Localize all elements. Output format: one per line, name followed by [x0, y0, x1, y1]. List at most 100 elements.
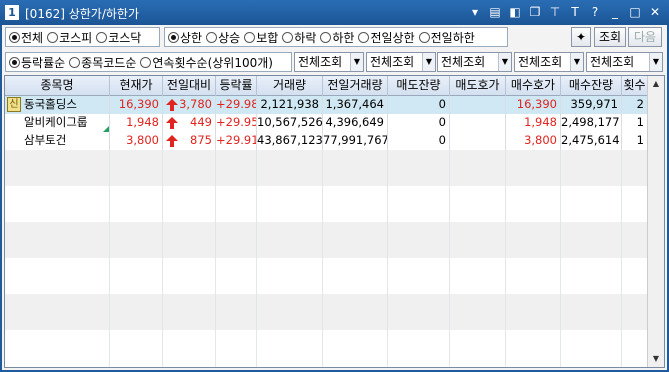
help-icon[interactable]: ?: [587, 4, 603, 20]
column-header[interactable]: 매도잔량: [388, 76, 450, 96]
sort-radio-1[interactable]: 종목코드순: [69, 54, 136, 71]
table-row[interactable]: 신 동국홀딩스 16,390 3,780 +29.98 2,121,938 1,367,46…: [5, 96, 648, 114]
chevron-down-icon[interactable]: ▼: [422, 53, 435, 71]
copy-window-icon[interactable]: ❐: [527, 4, 543, 20]
column-header[interactable]: 매수잔량: [561, 76, 622, 96]
table-row[interactable]: 삼부토건 3,800 875 +29.91 43,867,123 77,991,767 0 3…: [5, 132, 648, 150]
scroll-down-icon[interactable]: ▼: [648, 351, 664, 367]
cell-price: 16,390: [110, 96, 163, 114]
radio-dot-icon: [69, 56, 81, 68]
column-header[interactable]: 거래량: [257, 76, 323, 96]
cell-text: 3,780: [179, 97, 212, 111]
layout-icon[interactable]: ◧: [507, 4, 523, 20]
cell-text: 1,367,464: [325, 97, 384, 111]
radio-dot-icon: [9, 56, 20, 68]
cell-bid-qty: 2,498,177: [561, 114, 622, 132]
radio-dot-icon: [168, 31, 179, 43]
scroll-up-icon[interactable]: ▲: [648, 76, 664, 92]
font-size-icon[interactable]: T: [567, 4, 583, 20]
title-bar: 1 [0162] 상한가/하한가 ▾ ▤ ◧ ❐ ⊤ T ? _ □ ✕: [0, 0, 669, 25]
minimize-icon[interactable]: _: [607, 4, 623, 20]
cell-price: 3,800: [110, 132, 163, 150]
column-header[interactable]: 전일거래량: [323, 76, 388, 96]
cell-text: 2,475,614: [561, 133, 620, 147]
cell-ask-qty: 0: [388, 132, 450, 150]
cell-volume: 10,567,526: [257, 114, 323, 132]
column-header[interactable]: 매수호가: [506, 76, 561, 96]
cell-rate: +29.91: [216, 132, 257, 150]
query-filter-combo-3[interactable]: 전체조회 ▼: [514, 52, 584, 72]
sort-radio-0[interactable]: 등락률순: [9, 54, 65, 71]
cell-text: 875: [190, 133, 212, 147]
cell-text: 16,390: [516, 97, 557, 111]
close-icon[interactable]: ✕: [647, 4, 663, 20]
cell-text: 43,867,123: [257, 133, 323, 147]
query-filter-combo-1[interactable]: 전체조회 ▼: [366, 52, 436, 72]
stock-table: 종목명 현재가 전일대비 등락률 거래량 전일거래량 매도잔량 매도호가 매수호가 매수잔량 횟수 …: [4, 75, 665, 368]
chevron-down-icon[interactable]: ▼: [570, 53, 583, 71]
settings-button[interactable]: ✦: [571, 27, 591, 47]
column-header[interactable]: 등락률: [216, 76, 257, 96]
cell-bid: 16,390: [506, 96, 561, 114]
cell-text: +29.91: [216, 133, 257, 147]
query-filter-combo-2[interactable]: 전체조회 ▼: [437, 52, 512, 72]
dropdown-arrow-icon[interactable]: ▾: [467, 4, 483, 20]
market-radio-2[interactable]: 코스닥: [96, 29, 141, 46]
next-button[interactable]: 다음: [628, 27, 662, 47]
radio-dot-icon: [244, 31, 256, 43]
row-band: [5, 150, 648, 186]
column-header[interactable]: 현재가: [110, 76, 163, 96]
up-arrow-icon: [166, 135, 178, 147]
cell-text: 1: [636, 133, 644, 147]
price-filter-group: 상한 상승 보합 하락 하한 전일상한 전일하한: [164, 27, 508, 47]
query-filter-combo-4[interactable]: 전체조회 ▼: [586, 52, 663, 72]
cell-text: 1,948: [524, 115, 557, 129]
maximize-icon[interactable]: □: [627, 4, 643, 20]
settings-icon: ✦: [575, 30, 587, 44]
price-radio-0[interactable]: 상한: [168, 29, 202, 46]
chevron-down-icon[interactable]: ▼: [350, 53, 363, 71]
column-header[interactable]: 매도호가: [450, 76, 506, 96]
sort-radio-label: 연속횟수순(상위100개): [152, 55, 273, 70]
cell-text: 0: [438, 97, 446, 111]
cell-prev-volume: 1,367,464: [323, 96, 388, 114]
cell-count: 1: [622, 132, 648, 150]
cell-text: +29.98: [216, 97, 257, 111]
radio-dot-icon: [9, 31, 20, 43]
column-header[interactable]: 전일대비: [163, 76, 216, 96]
pin-icon[interactable]: ⊤: [547, 4, 563, 20]
column-header[interactable]: 종목명: [5, 76, 110, 96]
cell-text: 16,390: [118, 97, 159, 111]
column-header[interactable]: 횟수: [622, 76, 648, 96]
market-radio-1[interactable]: 코스피: [47, 29, 92, 46]
chevron-down-icon[interactable]: ▼: [649, 53, 662, 71]
radio-dot-icon: [206, 31, 218, 43]
cell-text: 3,800: [524, 133, 557, 147]
price-radio-6[interactable]: 전일하한: [418, 29, 475, 46]
price-radio-3[interactable]: 하락: [282, 29, 316, 46]
window-title: [0162] 상한가/하한가: [25, 7, 140, 21]
vertical-scrollbar[interactable]: ▲ ▼: [647, 76, 664, 367]
price-radio-1[interactable]: 상승: [206, 29, 240, 46]
cell-ask-qty: 0: [388, 96, 450, 114]
combo-value: 전체조회: [441, 55, 486, 69]
chevron-down-icon[interactable]: ▼: [498, 53, 511, 71]
query-filter-combo-0[interactable]: 전체조회 ▼: [294, 52, 364, 72]
cell-text: 알비케이그룹: [24, 115, 88, 129]
price-radio-4[interactable]: 하한: [320, 29, 354, 46]
price-radio-5[interactable]: 전일상한: [358, 29, 415, 46]
radio-dot-icon: [140, 56, 152, 68]
table-header: 종목명 현재가 전일대비 등락률 거래량 전일거래량 매도잔량 매도호가 매수호가 매수잔량 횟수: [5, 76, 648, 96]
cell-text: 449: [190, 115, 212, 129]
price-radio-label: 상승: [218, 30, 241, 45]
market-radio-0[interactable]: 전체: [9, 29, 43, 46]
cell-text: 4,396,649: [325, 115, 384, 129]
price-radio-2[interactable]: 보합: [244, 29, 278, 46]
cell-volume: 43,867,123: [257, 132, 323, 150]
client-area: 전체 코스피 코스닥 상한 상승 보합 하락 하한 전일상한 전일하한 ✦ 조회 다음 등락률순…: [2, 25, 667, 370]
sort-radio-2[interactable]: 연속횟수순(상위100개): [140, 54, 273, 71]
screen-link-icon[interactable]: ▤: [487, 4, 503, 20]
cell-ask: [450, 114, 506, 132]
table-row[interactable]: 알비케이그룹 1,948 449 +29.95 10,567,526 4,396,649 0…: [5, 114, 648, 132]
query-button[interactable]: 조회: [594, 27, 626, 47]
